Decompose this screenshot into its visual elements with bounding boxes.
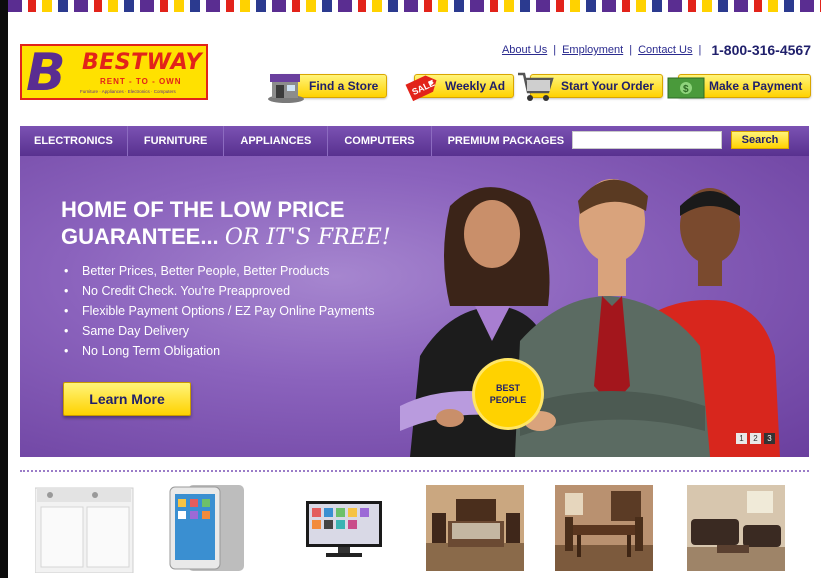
- badge-line-1: BEST: [495, 383, 520, 393]
- find-store-button[interactable]: Find a Store: [266, 70, 392, 103]
- nav-item-computers[interactable]: COMPUTERS: [328, 126, 432, 156]
- start-order-button[interactable]: Start Your Order: [516, 70, 663, 101]
- nav-item-appliances[interactable]: APPLIANCES: [224, 126, 329, 156]
- separator: |: [553, 44, 557, 56]
- headline-free: OR IT'S FREE!: [224, 225, 391, 250]
- slide-dot-3[interactable]: 3: [764, 433, 775, 444]
- search-button[interactable]: Search: [731, 131, 789, 149]
- learn-more-button[interactable]: Learn More: [63, 382, 191, 416]
- bestway-logo[interactable]: B BESTWAY RENT - TO - OWN Furniture · Ap…: [20, 43, 208, 103]
- logo-subtitle: RENT - TO - OWN: [100, 77, 182, 86]
- contact-us-link[interactable]: Contact Us: [638, 44, 692, 56]
- decorative-stripe: [8, 0, 821, 18]
- divider: [20, 470, 809, 472]
- shopping-cart-icon: [518, 72, 554, 101]
- separator: |: [698, 44, 702, 56]
- top-links: About Us | Employment | Contact Us | 1-8…: [502, 42, 811, 58]
- television-thumbnail[interactable]: [298, 483, 398, 573]
- svg-text:$: $: [683, 84, 689, 95]
- living-room-set-thumbnail[interactable]: [687, 483, 785, 573]
- main-nav: ELECTRONICS FURNITURE APPLIANCES COMPUTE…: [20, 126, 809, 156]
- hero-banner: HOME OF THE LOW PRICE GUARANTEE... OR IT…: [20, 156, 809, 457]
- benefit-item: Better Prices, Better People, Better Pro…: [62, 261, 375, 281]
- washer-dryer-thumbnail[interactable]: [35, 483, 135, 573]
- slide-dot-2[interactable]: 2: [750, 433, 761, 444]
- badge-line-2: PEOPLE: [489, 395, 527, 405]
- best-people-badge: BEST PEOPLE: [475, 361, 541, 427]
- separator: |: [629, 44, 633, 56]
- search-input[interactable]: [572, 131, 722, 149]
- bedroom-set-thumbnail[interactable]: [426, 483, 524, 573]
- logo-name: BESTWAY: [82, 50, 203, 75]
- benefit-item: Flexible Payment Options / EZ Pay Online…: [62, 301, 375, 321]
- hero-headline: HOME OF THE LOW PRICE GUARANTEE... OR IT…: [61, 196, 391, 251]
- logo-tagline: Furniture · Appliances · Electronics · C…: [80, 89, 176, 94]
- logo-letter: B: [26, 43, 66, 103]
- hero-people-image: [400, 179, 780, 457]
- nav-item-furniture[interactable]: FURNITURE: [128, 126, 225, 156]
- dining-set-thumbnail[interactable]: [555, 483, 653, 573]
- make-payment-button[interactable]: $ Make a Payment: [666, 70, 812, 100]
- nav-item-premium-packages[interactable]: PREMIUM PACKAGES: [432, 126, 581, 156]
- nav-item-electronics[interactable]: ELECTRONICS: [20, 126, 128, 156]
- headline-line-1: HOME OF THE LOW PRICE: [61, 197, 345, 222]
- page: B BESTWAY RENT - TO - OWN Furniture · Ap…: [8, 0, 821, 578]
- phone-number: 1-800-316-4567: [711, 42, 811, 58]
- store-icon: [268, 74, 304, 103]
- about-us-link[interactable]: About Us: [502, 44, 547, 56]
- benefit-list: Better Prices, Better People, Better Pro…: [62, 261, 375, 361]
- sale-tag-icon: SALE: [405, 75, 437, 102]
- benefit-item: No Long Term Obligation: [62, 341, 375, 361]
- slide-pager: 1 2 3: [736, 433, 775, 444]
- headline-line-2: GUARANTEE... OR IT'S FREE!: [61, 223, 391, 251]
- money-icon: $: [667, 77, 705, 99]
- benefit-item: Same Day Delivery: [62, 321, 375, 341]
- tablet-thumbnail[interactable]: [166, 483, 266, 573]
- weekly-ad-button[interactable]: SALE Weekly Ad: [402, 70, 515, 102]
- employment-link[interactable]: Employment: [562, 44, 623, 56]
- benefit-item: No Credit Check. You're Preapproved: [62, 281, 375, 301]
- headline-guarantee: GUARANTEE...: [61, 224, 219, 249]
- slide-dot-1[interactable]: 1: [736, 433, 747, 444]
